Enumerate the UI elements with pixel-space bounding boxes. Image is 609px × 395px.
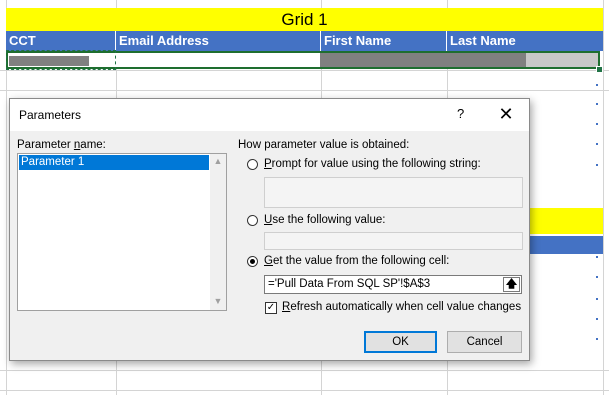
parameter-list[interactable]: Parameter 1 ▲ ▼ [17,153,227,311]
cancel-button[interactable]: Cancel [447,331,522,353]
parameters-dialog: Parameters ? ✕ Parameter name: Parameter… [9,98,530,361]
help-button[interactable]: ? [457,106,464,121]
gridline [603,0,604,395]
list-scrollbar[interactable]: ▲ ▼ [210,154,226,310]
cell-marker [596,103,598,105]
grid-title-band: Grid 1 [6,8,603,31]
cell-reference-field[interactable]: ='Pull Data From SQL SP'!$A$3 🡅 [264,275,522,294]
close-icon[interactable]: ✕ [494,102,518,126]
gridline [0,370,609,371]
cell-marker [596,256,598,258]
second-grid-header-row [528,236,603,254]
parameter-list-item[interactable]: Parameter 1 [19,155,209,170]
gridline [0,390,609,391]
cell-marker [596,164,598,166]
scroll-down-icon[interactable]: ▼ [213,296,223,306]
gridline [0,90,609,91]
redacted-cell [526,53,598,67]
cell-marker [596,338,598,340]
use-value-radio[interactable] [247,215,258,226]
prompt-option-label: Prompt for value using the following str… [264,158,481,170]
redacted-cell [320,53,526,67]
column-header-cct[interactable]: CCT [6,31,116,51]
prompt-radio[interactable] [247,159,258,170]
column-header-last-name[interactable]: Last Name [447,31,603,51]
cell-marker [596,276,598,278]
ok-button[interactable]: OK [364,331,437,353]
column-header-email[interactable]: Email Address [116,31,321,51]
cell-marker [596,123,598,125]
cell-marker [596,143,598,145]
cell-marker [596,298,598,300]
dialog-title: Parameters [19,108,82,122]
grid-title: Grid 1 [281,10,328,29]
get-cell-option-label: Get the value from the following cell: [264,255,450,267]
use-value-field[interactable] [264,232,523,250]
parameter-name-label: Parameter name: [17,139,106,151]
fill-handle[interactable] [596,66,603,73]
column-header-first-name[interactable]: First Name [321,31,447,51]
refresh-label: Refresh automatically when cell value ch… [282,301,522,313]
gridline [0,70,609,71]
dialog-titlebar[interactable]: Parameters ? ✕ [10,99,529,131]
prompt-string-field[interactable] [264,177,523,208]
cell-reference-value: ='Pull Data From SQL SP'!$A$3 [268,278,431,290]
redacted-cell [9,56,89,66]
collapse-dialog-button[interactable]: 🡅 [503,277,520,292]
radio-selected-dot [250,259,255,264]
cell-marker [596,318,598,320]
use-value-option-label: Use the following value: [264,214,386,226]
second-grid-title-band [528,208,603,234]
scroll-up-icon[interactable]: ▲ [213,156,223,166]
refresh-checkbox[interactable]: ✓ [265,302,277,314]
cell-marker [596,84,598,86]
column-header-row: CCT Email Address First Name Last Name [6,31,603,51]
get-cell-radio[interactable] [247,256,258,267]
how-obtained-label: How parameter value is obtained: [238,139,410,151]
